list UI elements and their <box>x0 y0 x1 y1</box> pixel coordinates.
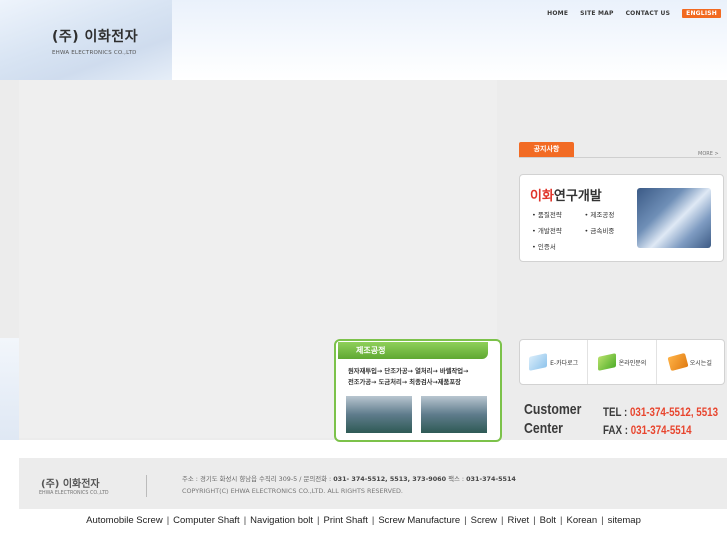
rnd-links: 품질전략 제조공정 개발전략 금속비중 인증서 <box>532 209 637 251</box>
logo-english: EHWA ELECTRONICS CO.,LTD <box>52 50 137 56</box>
nav-contact-link[interactable]: CONTACT US <box>626 10 671 17</box>
customer-contact: TEL : 031-374-5512, 5513 FAX : 031-374-5… <box>603 404 718 440</box>
top-nav: HOME SITE MAP CONTACT US ENGLISH <box>547 9 721 18</box>
nav-sitemap-link[interactable]: SITE MAP <box>580 10 613 17</box>
footer-copyright: COPYRIGHT(C) EHWA ELECTRONICS CO.,LTD. A… <box>182 487 403 495</box>
customer-title-line1: Customer <box>524 401 582 418</box>
link-bolt[interactable]: Bolt <box>540 515 556 526</box>
tel-number: 031-374-5512, 5513 <box>629 407 719 419</box>
notice-tab[interactable]: 공지사항 <box>519 142 574 157</box>
quick-inquiry[interactable]: 온라인문의 <box>588 340 657 384</box>
footer-address: 주소 : 경기도 화성시 향남읍 수직리 309-5 / 문의전화 : 031-… <box>182 474 516 483</box>
rnd-link-quality[interactable]: 품질전략 <box>532 209 585 219</box>
tel-label: TEL : <box>603 407 628 419</box>
link-screw-manufacture[interactable]: Screw Manufacture <box>378 515 460 526</box>
link-rivet[interactable]: Rivet <box>508 515 530 526</box>
footer-phone: 031- 374-5512, 5513, 373-9060 <box>333 475 447 483</box>
logo-korean[interactable]: (주) 이화전자 <box>52 26 138 46</box>
rnd-link-development[interactable]: 개발전략 <box>532 225 585 235</box>
rnd-title-text: 연구개발 <box>553 189 602 204</box>
nav-home-link[interactable]: HOME <box>547 10 568 17</box>
left-strip <box>0 80 19 338</box>
process-steps: 원자재투입→ 단조가공→ 열처리→ 바렐작업→ 전조가공→ 도금처리→ 최종검사… <box>348 366 468 388</box>
footer-fax-label: 팩스 : <box>448 475 465 483</box>
link-print-shaft[interactable]: Print Shaft <box>324 515 368 526</box>
footer-address-text: 주소 : 경기도 화성시 향남읍 수직리 309-5 / 문의전화 : <box>182 475 332 483</box>
rnd-photo <box>637 188 711 248</box>
link-screw[interactable]: Screw <box>471 515 497 526</box>
fax-number: 031-374-5514 <box>630 425 692 437</box>
left-sky-strip <box>0 338 19 440</box>
quick-catalog-label: E-카다로그 <box>550 359 579 367</box>
process-steps-line1: 원자재투입→ 단조가공→ 열처리→ 바렐작업→ <box>348 368 469 375</box>
rnd-link-certificates[interactable]: 인증서 <box>532 241 585 251</box>
logo-area[interactable]: (주) 이화전자 EHWA ELECTRONICS CO.,LTD <box>0 0 172 80</box>
bottom-links: Automobile Screw | Computer Shaft | Navigati… <box>86 515 641 526</box>
rnd-link-metal-density[interactable]: 금속비중 <box>585 225 638 235</box>
notice-more-link[interactable]: MORE > <box>698 151 719 157</box>
english-button[interactable]: ENGLISH <box>682 9 721 18</box>
quick-links: E-카다로그 온라인문의 오시는길 <box>519 339 725 385</box>
rnd-title: 이화연구개발 <box>530 185 602 204</box>
footer-fax: 031-374-5514 <box>466 475 516 483</box>
rnd-title-brand: 이화 <box>530 189 554 204</box>
link-automobile-screw[interactable]: Automobile Screw <box>86 515 163 526</box>
rnd-link-manufacturing[interactable]: 제조공정 <box>585 209 638 219</box>
quick-catalog[interactable]: E-카다로그 <box>520 340 589 384</box>
catalog-book-icon <box>529 353 548 371</box>
notice-divider <box>519 157 721 158</box>
link-sitemap[interactable]: sitemap <box>608 515 641 526</box>
footer: (주) 이화전자 EHWA ELECTRONICS CO.,LTD 주소 : 경… <box>19 458 727 509</box>
process-panel[interactable]: 제조공정 원자재투입→ 단조가공→ 열처리→ 바렐작업→ 전조가공→ 도금처리→… <box>334 339 502 442</box>
online-inquiry-icon <box>597 353 616 371</box>
quick-inquiry-label: 온라인문의 <box>618 359 647 367</box>
customer-title-line2: Center <box>524 420 563 437</box>
link-navigation-bolt[interactable]: Navigation bolt <box>250 515 313 526</box>
factory-photo-1 <box>346 396 412 433</box>
directions-icon <box>667 352 689 372</box>
footer-logo: (주) 이화전자 <box>41 479 100 490</box>
link-computer-shaft[interactable]: Computer Shaft <box>173 515 240 526</box>
quick-directions-label: 오시는길 <box>689 359 712 367</box>
rnd-panel[interactable]: 이화연구개발 품질전략 제조공정 개발전략 금속비중 인증서 <box>519 174 724 262</box>
quick-directions[interactable]: 오시는길 <box>657 340 724 384</box>
process-steps-line2: 전조가공→ 도금처리→ 최종검사→제품포장 <box>348 379 461 386</box>
process-title: 제조공정 <box>338 342 488 359</box>
link-korean[interactable]: Korean <box>566 515 597 526</box>
factory-photo-2 <box>421 396 487 433</box>
customer-center-title: Customer Center <box>524 400 581 438</box>
footer-logo-eng: EHWA ELECTRONICS CO.,LTD <box>39 491 109 496</box>
footer-divider <box>146 475 147 497</box>
fax-label: FAX : <box>603 425 628 437</box>
